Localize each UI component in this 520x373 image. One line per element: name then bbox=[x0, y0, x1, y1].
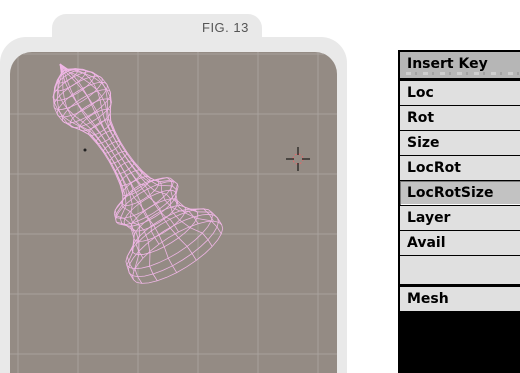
mesh-meridian bbox=[59, 63, 214, 222]
menu-item-label: Layer bbox=[407, 210, 451, 226]
mesh-meridian bbox=[53, 63, 135, 272]
menu-item-label: Avail bbox=[407, 235, 446, 251]
menu-item-layer[interactable]: Layer bbox=[400, 206, 520, 230]
menu-item-locrotsize[interactable]: LocRotSize bbox=[400, 181, 520, 205]
menu-title: Insert Key bbox=[400, 52, 520, 78]
menu-item-loc[interactable]: Loc bbox=[400, 81, 520, 105]
insert-key-menu: Insert Key Loc Rot Size LocRot LocRotSiz… bbox=[398, 50, 520, 373]
figure-page: FIG. 13 Insert Key Loc Rot Size LocRot L… bbox=[0, 0, 520, 373]
menu-title-label: Insert Key bbox=[407, 56, 488, 72]
object-origin bbox=[83, 148, 87, 152]
menu-item-label: LocRotSize bbox=[407, 185, 494, 201]
menu-item-label: Mesh bbox=[407, 291, 449, 307]
mesh-meridian bbox=[59, 63, 213, 247]
menu-item-label: Rot bbox=[407, 110, 435, 126]
viewport-canvas[interactable] bbox=[10, 52, 337, 373]
menu-item-label: LocRot bbox=[407, 160, 461, 176]
menu-item-label: Size bbox=[407, 135, 440, 151]
menu-item-rot[interactable]: Rot bbox=[400, 106, 520, 130]
menu-item-mesh[interactable]: Mesh bbox=[400, 287, 520, 311]
menu-separator bbox=[400, 256, 520, 284]
menu-item-avail[interactable]: Avail bbox=[400, 231, 520, 255]
menu-item-size[interactable]: Size bbox=[400, 131, 520, 155]
menu-item-label: Loc bbox=[407, 85, 434, 101]
title-texture bbox=[406, 72, 520, 75]
menu-item-locrot[interactable]: LocRot bbox=[400, 156, 520, 180]
mesh-meridian bbox=[52, 63, 135, 281]
3d-cursor-icon[interactable] bbox=[286, 147, 310, 171]
3d-viewport[interactable] bbox=[10, 52, 337, 373]
figure-label: FIG. 13 bbox=[202, 20, 249, 35]
